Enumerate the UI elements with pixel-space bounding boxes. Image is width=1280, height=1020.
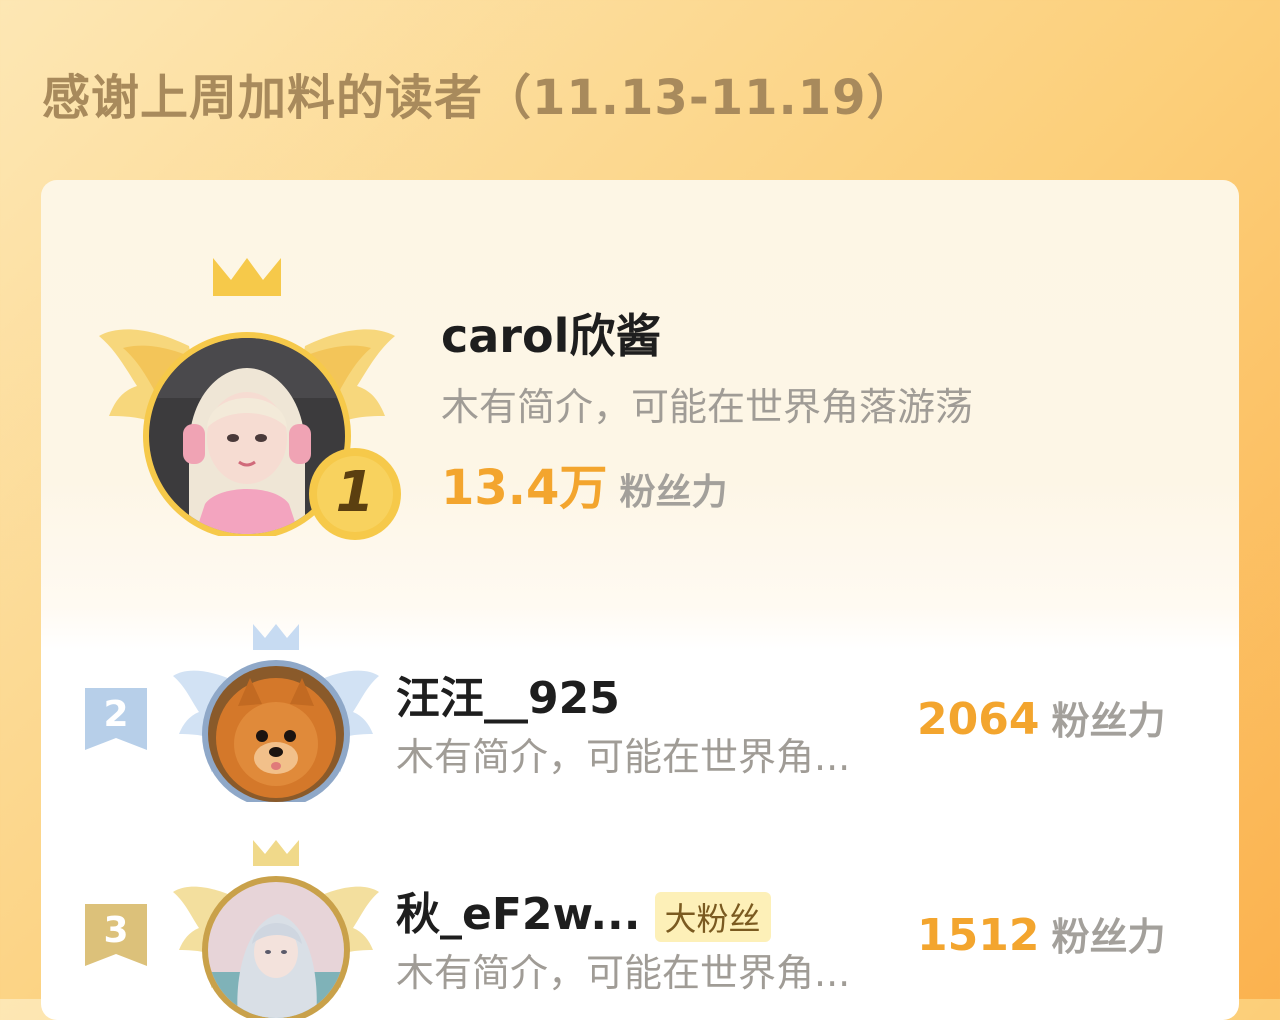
rank-1-score: 13.4万 粉丝力 [441,448,727,518]
rank-1-name[interactable]: carol欣酱 [441,300,661,366]
rank-2-avatar-badge [171,622,381,802]
rank-3-score: 1512 粉丝力 [917,906,1165,961]
rank-3-score-value: 1512 [917,910,1040,961]
rank-1-score-value: 13.4万 [441,460,608,516]
page-title: 感谢上周加料的读者（11.13-11.19） [42,70,916,126]
rank-3-avatar[interactable] [208,882,344,1018]
rank-2-score: 2064 粉丝力 [917,690,1165,745]
rank-2-name[interactable]: 汪汪__925 [396,662,620,726]
rank-3-number: 3 [103,910,129,951]
rank-1-bio: 木有简介，可能在世界角落游荡 [441,385,974,429]
rank-3-avatar-badge [171,838,381,1018]
rank-2-score-unit: 粉丝力 [1051,699,1166,743]
avatar-dog-image [208,666,344,802]
rank-3-name[interactable]: 秋_eF2w... 大粉丝 [396,878,771,942]
rank-2-flag: 2 [85,688,147,750]
rank-2-score-value: 2064 [917,694,1040,745]
ranking-card: 1 carol欣酱 木有简介，可能在世界角落游荡 13.4万 粉丝力 2 汪汪_… [41,180,1239,1020]
rank-2-bio: 木有简介，可能在世界角... [396,735,851,779]
rank-3-bio: 木有简介，可能在世界角... [396,951,851,995]
rank-1-number: 1 [335,460,375,525]
rank-1-score-unit: 粉丝力 [619,472,728,513]
avatar-anime-girl-image [208,882,344,1018]
rank-2-avatar[interactable] [208,666,344,802]
rank-1-avatar-badge: 1 [97,256,401,540]
rank-3-score-unit: 粉丝力 [1051,915,1166,959]
rank-3-flag: 3 [85,904,147,966]
rank-3-name-text: 秋_eF2w... [396,889,641,940]
big-fan-badge: 大粉丝 [654,892,771,942]
rank-2-number: 2 [103,694,129,735]
top-reader-section[interactable]: 1 carol欣酱 木有简介，可能在世界角落游荡 13.4万 粉丝力 [41,180,1239,606]
rank-1-medal: 1 [307,446,403,542]
